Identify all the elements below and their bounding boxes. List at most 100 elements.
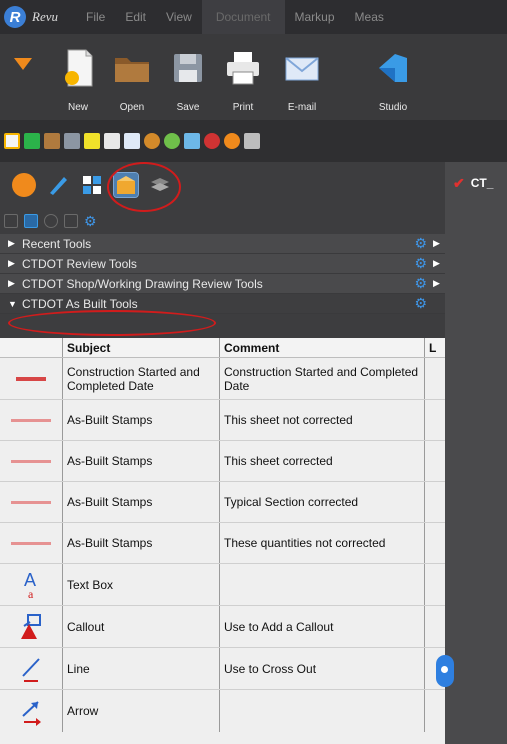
col-subject[interactable]: Subject	[63, 338, 220, 357]
stamp-icon	[0, 482, 63, 522]
collapse-arrow-icon: ▼	[8, 298, 17, 309]
gear-icon[interactable]: ⚙	[414, 235, 427, 252]
col-layer[interactable]: L	[425, 338, 445, 357]
stamp-icon	[0, 400, 63, 440]
row-comment: This sheet corrected	[220, 441, 425, 481]
table-row[interactable]: Callout Use to Add a Callout	[0, 606, 445, 648]
highlight-circle-tabs	[107, 162, 181, 212]
panel-tabs	[0, 162, 445, 208]
tab-pen-icon[interactable]	[46, 173, 70, 197]
gear-icon[interactable]: ⚙	[414, 295, 427, 312]
table-row[interactable]: Construction Started and Completed Date …	[0, 358, 445, 400]
print-button[interactable]: Print	[215, 40, 271, 120]
expand-arrow-icon: ▶	[8, 238, 15, 248]
row-comment	[220, 564, 425, 605]
quick-open-icon[interactable]	[44, 133, 60, 149]
menu-measure[interactable]: Meas	[345, 0, 394, 34]
menu-markup[interactable]: Markup	[285, 0, 345, 34]
group-ctdot-shop-drawing-tools[interactable]: ▶ CTDOT Shop/Working Drawing Review Tool…	[0, 274, 445, 294]
panel-scroll-handle[interactable]	[436, 655, 454, 687]
row-subject: As-Built Stamps	[63, 400, 220, 440]
quick-package-icon[interactable]	[144, 133, 160, 149]
row-subject: Construction Started and Completed Date	[63, 358, 220, 399]
menu-arrow-icon[interactable]: ▶	[433, 278, 445, 289]
group-ctdot-review-tools[interactable]: ▶ CTDOT Review Tools ⚙ ▶	[0, 254, 445, 274]
menu-arrow-icon[interactable]: ▶	[433, 238, 445, 249]
menu-document[interactable]: Document	[201, 0, 285, 34]
table-row[interactable]: Line Use to Cross Out	[0, 648, 445, 690]
group-recent-tools[interactable]: ▶ Recent Tools ⚙ ▶	[0, 234, 445, 254]
studio-button[interactable]: Studio	[365, 40, 421, 120]
menu-file[interactable]: File	[76, 0, 115, 34]
properties-icon[interactable]	[44, 214, 58, 228]
quick-new-icon[interactable]	[4, 133, 20, 149]
text-box-icon: Aa	[0, 564, 63, 605]
table-row[interactable]: As-Built Stamps This sheet corrected	[0, 441, 445, 482]
settings-gear-icon[interactable]: ⚙	[84, 214, 98, 228]
row-subject: As-Built Stamps	[63, 482, 220, 522]
menu-view[interactable]: View	[156, 0, 202, 34]
open-label: Open	[119, 102, 145, 113]
printer-icon	[223, 48, 263, 88]
add-tool-icon[interactable]	[24, 214, 38, 228]
callout-icon	[0, 606, 63, 647]
row-comment: These quantities not corrected	[220, 523, 425, 563]
redo-icon[interactable]	[224, 133, 240, 149]
quick-binocular-icon[interactable]	[164, 133, 180, 149]
menu-arrow-icon[interactable]: ▶	[433, 258, 445, 269]
open-button[interactable]: Open	[104, 40, 160, 120]
row-comment: Typical Section corrected	[220, 482, 425, 522]
expand-arrow-icon: ▶	[8, 258, 15, 268]
group-label: CTDOT Review Tools	[22, 256, 137, 271]
ribbon: New Open Save Print E-mail Studio	[0, 34, 507, 120]
document-tab[interactable]: ✔ CT_	[445, 172, 507, 194]
quick-print-icon[interactable]	[104, 133, 120, 149]
save-label: Save	[176, 102, 200, 113]
row-subject: Text Box	[63, 564, 220, 605]
menu-edit[interactable]: Edit	[115, 0, 156, 34]
quick-note-icon[interactable]	[84, 133, 100, 149]
quick-save-icon[interactable]	[64, 133, 80, 149]
tab-thumbnails-icon[interactable]	[12, 173, 36, 197]
save-disk-icon	[168, 48, 208, 88]
row-comment: Use to Add a Callout	[220, 606, 425, 647]
new-document-icon	[58, 48, 98, 88]
table-row[interactable]: Aa Text Box	[0, 564, 445, 606]
gear-icon[interactable]: ⚙	[414, 255, 427, 272]
col-comment[interactable]: Comment	[220, 338, 425, 357]
arrow-icon	[0, 690, 63, 732]
collapse-all-icon[interactable]	[4, 214, 18, 228]
table-row[interactable]: As-Built Stamps Typical Section correcte…	[0, 482, 445, 523]
quick-email-icon[interactable]	[124, 133, 140, 149]
envelope-icon	[282, 48, 322, 88]
save-button[interactable]: Save	[160, 40, 216, 120]
checkmark-icon: ✔	[453, 174, 465, 191]
panel-toolbar: ⚙	[0, 208, 445, 234]
row-subject: Line	[63, 648, 220, 689]
email-label: E-mail	[287, 102, 317, 113]
date-stamp-icon	[0, 358, 63, 399]
filter-icon[interactable]	[64, 214, 78, 228]
email-button[interactable]: E-mail	[274, 40, 330, 120]
orange-dropdown-icon[interactable]	[14, 58, 32, 70]
table-row[interactable]: Arrow	[0, 690, 445, 732]
cut-icon[interactable]	[244, 133, 260, 149]
quick-frame-icon[interactable]	[24, 133, 40, 149]
new-button[interactable]: New	[50, 40, 106, 120]
gear-icon[interactable]: ⚙	[414, 275, 427, 292]
row-comment: This sheet not corrected	[220, 400, 425, 440]
svg-text:a: a	[28, 587, 34, 600]
revu-logo-icon[interactable]: R	[4, 6, 26, 28]
stamp-icon	[0, 441, 63, 481]
table-row[interactable]: As-Built Stamps This sheet not corrected	[0, 400, 445, 441]
undo-icon[interactable]	[204, 133, 220, 149]
folder-icon	[112, 48, 152, 88]
tab-grid-icon[interactable]	[80, 173, 104, 197]
quick-check-icon[interactable]	[184, 133, 200, 149]
group-label: Recent Tools	[22, 236, 92, 251]
row-comment: Construction Started and Completed Date	[220, 358, 425, 399]
group-label: CTDOT Shop/Working Drawing Review Tools	[22, 276, 263, 291]
table-row[interactable]: As-Built Stamps These quantities not cor…	[0, 523, 445, 564]
row-comment	[220, 690, 425, 732]
row-subject: Callout	[63, 606, 220, 647]
